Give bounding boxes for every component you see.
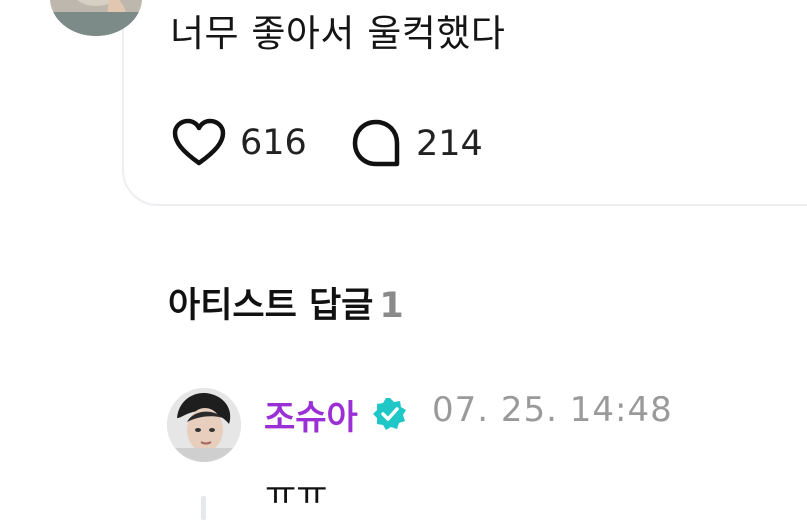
artist-replies-count: 1 <box>379 286 404 326</box>
artist-replies-heading: 아티스트 답글 1 <box>168 277 404 328</box>
artist-name[interactable]: 조슈아 <box>264 390 358 439</box>
comment-button[interactable]: 214 <box>350 118 483 170</box>
artist-replies-title: 아티스트 답글 <box>168 286 374 326</box>
comment-bubble-icon <box>352 119 400 167</box>
reply-timestamp: 07. 25. 14:48 <box>432 390 673 430</box>
heart-icon <box>172 118 226 166</box>
artist-avatar[interactable] <box>167 388 241 462</box>
artist-avatar-image <box>167 388 241 462</box>
like-count: 616 <box>240 123 307 163</box>
comment-count: 214 <box>416 124 483 164</box>
like-button[interactable]: 616 <box>172 118 307 168</box>
verified-badge-icon <box>373 398 406 430</box>
thread-line <box>201 496 206 520</box>
reply-text: ㅠㅠ <box>265 474 328 514</box>
post-text: 너무 좋아서 울컥했다 <box>170 12 506 55</box>
